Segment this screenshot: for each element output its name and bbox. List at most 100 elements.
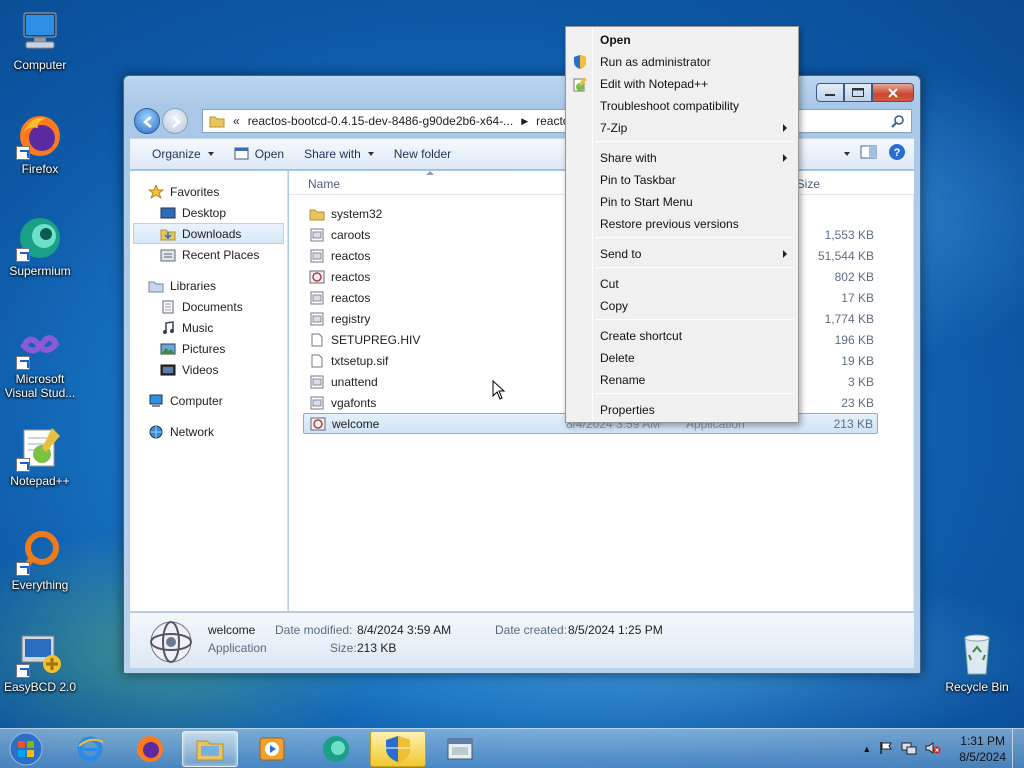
menu-item-create-shortcut[interactable]: Create shortcut bbox=[568, 325, 796, 347]
menu-separator bbox=[596, 237, 794, 238]
view-options-button[interactable] bbox=[842, 151, 850, 156]
menu-separator bbox=[596, 393, 794, 394]
column-header-name[interactable]: Name bbox=[308, 177, 340, 191]
breadcrumb-item[interactable]: reactos-bootcd-0.4.15-dev-8486-g90de2b6-… bbox=[248, 114, 514, 128]
window-controls bbox=[816, 83, 914, 102]
menu-item-label: Share with bbox=[600, 151, 657, 165]
menu-item-run-as-administrator[interactable]: Run as administrator bbox=[568, 51, 796, 73]
desktop-icon-firefox[interactable]: Firefox bbox=[2, 112, 78, 176]
breadcrumb-overflow[interactable]: « bbox=[233, 114, 240, 128]
clock[interactable]: 1:31 PM 8/5/2024 bbox=[959, 733, 1006, 765]
menu-item-restore-previous-versions[interactable]: Restore previous versions bbox=[568, 213, 796, 235]
show-hidden-icons-button[interactable]: ▲ bbox=[862, 744, 871, 754]
desktop-icon-supermium[interactable]: Supermium bbox=[2, 214, 78, 278]
breadcrumb-item[interactable]: reactos bbox=[536, 114, 567, 128]
menu-item-pin-to-start-menu[interactable]: Pin to Start Menu bbox=[568, 191, 796, 213]
maximize-button[interactable] bbox=[844, 83, 872, 102]
taskbar-uac-prompt[interactable] bbox=[370, 731, 426, 767]
menu-item-copy[interactable]: Copy bbox=[568, 295, 796, 317]
nav-libraries[interactable]: Libraries bbox=[130, 275, 287, 296]
shortcut-arrow-icon bbox=[16, 562, 30, 576]
music-icon bbox=[160, 320, 176, 335]
new-folder-button[interactable]: New folder bbox=[384, 142, 461, 166]
back-button[interactable] bbox=[134, 108, 160, 134]
nav-recent-places[interactable]: Recent Places bbox=[130, 244, 287, 265]
menu-item-share-with[interactable]: Share with bbox=[568, 147, 796, 169]
desktop-icon-visual-studio[interactable]: Microsoft Visual Stud... bbox=[2, 322, 78, 400]
nav-documents[interactable]: Documents bbox=[130, 296, 287, 317]
menu-item-open[interactable]: Open bbox=[568, 29, 796, 51]
share-with-button[interactable]: Share with bbox=[294, 142, 384, 166]
file-icon bbox=[309, 375, 325, 389]
breadcrumb-separator-icon[interactable]: ▶ bbox=[521, 116, 528, 127]
menu-item-send-to[interactable]: Send to bbox=[568, 243, 796, 265]
media-player-icon bbox=[259, 737, 285, 761]
menu-item-label: Send to bbox=[600, 247, 642, 261]
nav-network[interactable]: Network bbox=[130, 421, 287, 442]
chevron-down-icon bbox=[844, 151, 850, 156]
taskbar-media-player[interactable] bbox=[244, 731, 300, 767]
downloads-folder-icon bbox=[160, 227, 176, 241]
menu-item-label: Open bbox=[600, 33, 631, 47]
desktop-icon-recycle-bin[interactable]: Recycle Bin bbox=[937, 630, 1017, 694]
desktop-icon-notepadpp[interactable]: Notepad++ bbox=[2, 424, 78, 488]
nav-music[interactable]: Music bbox=[130, 317, 287, 338]
star-icon bbox=[147, 183, 165, 199]
window-icon bbox=[447, 738, 473, 760]
column-header-size[interactable]: Size bbox=[797, 177, 820, 191]
preview-pane-button[interactable] bbox=[860, 144, 878, 163]
action-center-flag-icon[interactable] bbox=[879, 741, 893, 758]
details-filename: welcome bbox=[208, 623, 256, 637]
menu-item-troubleshoot-compatibility[interactable]: Troubleshoot compatibility bbox=[568, 95, 796, 117]
nav-downloads[interactable]: Downloads bbox=[133, 223, 284, 244]
close-button[interactable] bbox=[872, 83, 914, 102]
taskbar-explorer[interactable] bbox=[182, 731, 238, 767]
desktop-icon-everything[interactable]: Everything bbox=[2, 528, 78, 592]
taskbar-internet-explorer[interactable] bbox=[62, 731, 118, 767]
explorer-window[interactable]: « reactos-bootcd-0.4.15-dev-8486-g90de2b… bbox=[123, 75, 921, 674]
system-tray: ▲ 1:31 PM 8/5/2024 bbox=[862, 733, 1016, 765]
firefox-icon bbox=[16, 112, 64, 160]
menu-item-rename[interactable]: Rename bbox=[568, 369, 796, 391]
nav-desktop[interactable]: Desktop bbox=[130, 202, 287, 223]
folder-icon bbox=[309, 207, 325, 221]
nav-favorites[interactable]: Favorites bbox=[130, 181, 287, 202]
menu-separator bbox=[596, 267, 794, 268]
menu-item-label: Pin to Start Menu bbox=[600, 195, 693, 209]
help-button[interactable]: ? bbox=[888, 143, 906, 164]
menu-item-edit-with-notepadpp[interactable]: Edit with Notepad++ bbox=[568, 73, 796, 95]
nav-pictures[interactable]: Pictures bbox=[130, 338, 287, 359]
shortcut-arrow-icon bbox=[16, 458, 30, 472]
show-desktop-button[interactable] bbox=[1012, 729, 1024, 768]
organize-button[interactable]: Organize bbox=[142, 142, 224, 166]
nav-videos[interactable]: Videos bbox=[130, 359, 287, 380]
taskbar-window[interactable] bbox=[432, 731, 488, 767]
menu-item-label: Run as administrator bbox=[600, 55, 711, 69]
start-button[interactable] bbox=[4, 730, 48, 768]
menu-item-cut[interactable]: Cut bbox=[568, 273, 796, 295]
file-icon bbox=[309, 396, 325, 410]
network-status-icon[interactable] bbox=[901, 741, 917, 758]
file-icon bbox=[309, 312, 325, 326]
nav-computer[interactable]: Computer bbox=[130, 390, 287, 411]
menu-item-7-zip[interactable]: 7-Zip bbox=[568, 117, 796, 139]
desktop-icon-computer[interactable]: Computer bbox=[2, 8, 78, 72]
context-menu: Open Run as administrator Edit with Notepa… bbox=[565, 26, 799, 423]
menu-item-properties[interactable]: Properties bbox=[568, 399, 796, 421]
desktop-icon-easybcd[interactable]: EasyBCD 2.0 bbox=[2, 630, 78, 694]
file-icon bbox=[309, 291, 325, 305]
taskbar-supermium[interactable] bbox=[308, 731, 364, 767]
forward-button[interactable] bbox=[162, 108, 188, 134]
shortcut-arrow-icon bbox=[16, 146, 30, 160]
search-input[interactable] bbox=[792, 109, 912, 133]
volume-muted-icon[interactable] bbox=[925, 741, 941, 758]
menu-item-label: Pin to Taskbar bbox=[600, 173, 676, 187]
minimize-button[interactable] bbox=[816, 83, 844, 102]
address-bar[interactable]: « reactos-bootcd-0.4.15-dev-8486-g90de2b… bbox=[202, 109, 568, 133]
taskbar-firefox[interactable] bbox=[122, 731, 178, 767]
details-created-label: Date created: bbox=[495, 623, 568, 637]
details-size-value: 213 KB bbox=[357, 641, 397, 655]
menu-item-pin-to-taskbar[interactable]: Pin to Taskbar bbox=[568, 169, 796, 191]
menu-item-delete[interactable]: Delete bbox=[568, 347, 796, 369]
open-button[interactable]: Open bbox=[224, 142, 294, 166]
